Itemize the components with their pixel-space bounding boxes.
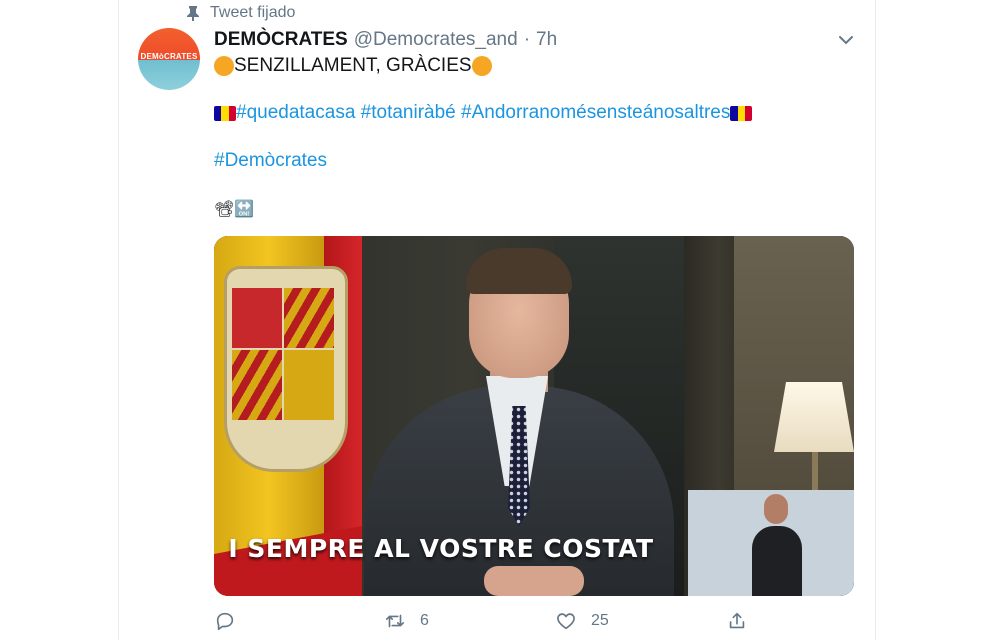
andorra-flag-icon xyxy=(730,105,753,121)
video-player[interactable]: I SEMPRE AL VOSTRE COSTAT xyxy=(214,236,854,596)
pinned-label: Tweet fijado xyxy=(210,4,296,21)
hashtag-link[interactable]: #totaniràbé xyxy=(361,102,456,124)
orange-circle-emoji-icon xyxy=(471,56,492,76)
hashtag-link[interactable]: #Demòcrates xyxy=(214,150,327,172)
orange-circle-emoji-icon xyxy=(214,56,234,76)
hashtag-line: #Demòcrates xyxy=(214,148,327,174)
like-button[interactable]: 25 xyxy=(555,606,609,636)
reply-button[interactable] xyxy=(214,606,250,636)
coat-of-arms-quarter xyxy=(284,350,334,420)
retweet-icon xyxy=(385,614,405,628)
video-subtitle: I SEMPRE AL VOSTRE COSTAT xyxy=(228,534,654,563)
pinned-indicator: Tweet fijado xyxy=(186,3,295,23)
avatar-logo-text: DEMòCRATES xyxy=(140,52,198,61)
timeline-border-left xyxy=(118,0,119,640)
reply-icon xyxy=(216,612,234,631)
interpreter-body xyxy=(752,526,802,596)
media-emoji-line: 📽🔛 xyxy=(214,196,254,222)
tweet-text-line: SENZILLAMENT, GRÀCIES xyxy=(214,53,492,79)
heart-icon xyxy=(557,613,575,630)
display-name[interactable]: DEMÒCRATES xyxy=(214,29,348,51)
retweet-count: 6 xyxy=(420,612,429,629)
speaker-hair xyxy=(466,248,572,294)
coat-of-arms-quarter xyxy=(284,288,334,348)
separator-dot: · xyxy=(523,29,531,50)
avatar[interactable]: DEMòCRATES xyxy=(138,28,200,90)
andorra-flag-icon xyxy=(214,105,236,121)
hashtag-link[interactable]: #quedatacasa xyxy=(236,102,355,124)
lamp-base xyxy=(812,452,818,492)
hashtag-link[interactable]: #Andorranomésensteánosaltres xyxy=(461,102,730,124)
tweet-time[interactable]: 7h xyxy=(536,29,557,51)
lamp-shade xyxy=(774,382,854,452)
hashtags-line: #quedatacasa #totaniràbé #Andorranomésen… xyxy=(214,100,753,126)
speaker-hands xyxy=(484,566,584,596)
user-handle[interactable]: @Democrates_and xyxy=(354,29,518,51)
share-button[interactable] xyxy=(726,606,748,636)
share-icon xyxy=(729,612,745,629)
coat-of-arms-quarter xyxy=(232,350,282,420)
retweet-button[interactable]: 6 xyxy=(384,606,429,636)
like-count: 25 xyxy=(591,612,609,629)
pin-icon xyxy=(186,5,200,21)
tweet-text: SENZILLAMENT, GRÀCIES xyxy=(234,55,472,76)
camera-on-emoji-icon: 📽🔛 xyxy=(214,201,255,218)
interpreter-head xyxy=(764,494,788,524)
coat-of-arms-quarter xyxy=(232,288,282,348)
timeline-border-right xyxy=(875,0,876,640)
tweet-header: DEMÒCRATES @Democrates_and · 7h xyxy=(214,28,557,52)
chevron-down-icon[interactable] xyxy=(836,30,856,50)
